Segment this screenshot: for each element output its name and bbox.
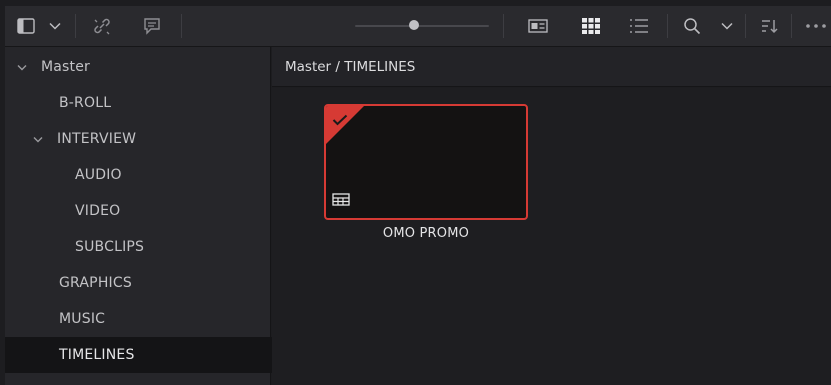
chevron-down-icon[interactable] (17, 61, 27, 74)
metadata-icon[interactable] (135, 6, 169, 46)
list-view-icon[interactable] (624, 6, 654, 46)
sort-icon[interactable] (757, 6, 783, 46)
zoom-slider-track[interactable] (355, 25, 489, 27)
bin-label: GRAPHICS (59, 275, 132, 291)
breadcrumb-text: Master / TIMELINES (285, 58, 416, 75)
chevron-down-icon[interactable] (33, 133, 43, 146)
search-icon[interactable] (679, 6, 705, 46)
bin-label: VIDEO (75, 203, 121, 219)
unlink-icon[interactable] (85, 6, 119, 46)
bin-label: MUSIC (59, 311, 106, 327)
chevron-down-icon[interactable] (717, 6, 737, 46)
zoom-slider-handle[interactable] (409, 20, 419, 30)
bin-interview[interactable]: INTERVIEW (5, 121, 298, 157)
chevron-down-icon[interactable] (45, 6, 65, 46)
metadata-view-icon[interactable] (523, 6, 553, 46)
breadcrumb: Master / TIMELINES (272, 47, 831, 87)
bin-master[interactable]: Master (5, 49, 282, 85)
bin-label: INTERVIEW (57, 131, 137, 147)
toolbar (5, 6, 831, 47)
more-icon[interactable] (801, 6, 831, 46)
bin-label: TIMELINES (59, 347, 135, 363)
bin-label: SUBCLIPS (75, 239, 145, 255)
timeline-icon (332, 191, 350, 210)
sidebar-toggle-icon[interactable] (11, 6, 41, 46)
bin-sidebar: Master B-ROLL INTERVIEW AUDIO VIDEO SUBC… (5, 47, 324, 385)
bin-label: B-ROLL (59, 95, 112, 111)
bin-label: Master (41, 59, 91, 75)
bin-label: AUDIO (75, 167, 122, 183)
thumbnail-view-icon[interactable] (576, 6, 606, 46)
timeline-clip-thumbnail[interactable] (324, 104, 528, 220)
checkmark-icon (332, 111, 348, 130)
clip-name[interactable]: OMO PROMO (324, 226, 528, 241)
